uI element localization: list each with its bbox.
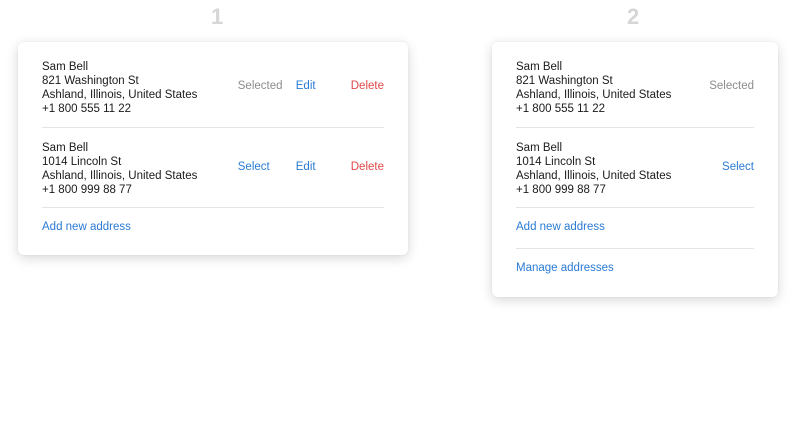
delete-button[interactable]: Delete (351, 80, 384, 92)
address-phone: +1 800 999 88 77 (42, 184, 132, 196)
address-card: Sam Bell 821 Washington St Ashland, Illi… (18, 42, 408, 255)
manage-addresses-link[interactable]: Manage addresses (516, 262, 754, 274)
address-actions: Select (722, 161, 754, 173)
address-name: Sam Bell (42, 61, 89, 73)
address-phone: +1 800 999 88 77 (516, 184, 606, 196)
address-city: Ashland, Illinois, United States (516, 170, 672, 182)
address-phone: +1 800 555 11 22 (42, 103, 131, 115)
address-item: Sam Bell 1014 Lincoln St Ashland, Illino… (516, 128, 754, 208)
address-actions: Selected (709, 80, 754, 92)
edit-button[interactable]: Edit (296, 161, 351, 173)
add-new-address-link[interactable]: Add new address (42, 221, 384, 233)
address-name: Sam Bell (516, 61, 563, 73)
address-name: Sam Bell (42, 142, 89, 154)
address-item: Sam Bell 821 Washington St Ashland, Illi… (42, 42, 384, 128)
add-new-address-link[interactable]: Add new address (516, 221, 754, 249)
variant-number: 1 (211, 4, 224, 29)
address-card: Sam Bell 821 Washington St Ashland, Illi… (492, 42, 778, 297)
select-button[interactable]: Select (722, 161, 754, 173)
edit-button[interactable]: Edit (296, 80, 351, 92)
address-actions: Select Edit Delete (238, 161, 384, 173)
variant-number: 2 (627, 4, 640, 29)
selected-status: Selected (237, 80, 283, 92)
address-actions: Selected Edit Delete (238, 80, 384, 92)
select-button[interactable]: Select (238, 161, 296, 173)
selected-status: Selected (709, 80, 754, 92)
address-name: Sam Bell (516, 142, 563, 154)
address-item: Sam Bell 1014 Lincoln St Ashland, Illino… (42, 128, 384, 208)
delete-button[interactable]: Delete (351, 161, 384, 173)
address-street: 1014 Lincoln St (516, 156, 596, 168)
address-phone: +1 800 555 11 22 (516, 103, 605, 115)
address-item: Sam Bell 821 Washington St Ashland, Illi… (516, 42, 754, 128)
